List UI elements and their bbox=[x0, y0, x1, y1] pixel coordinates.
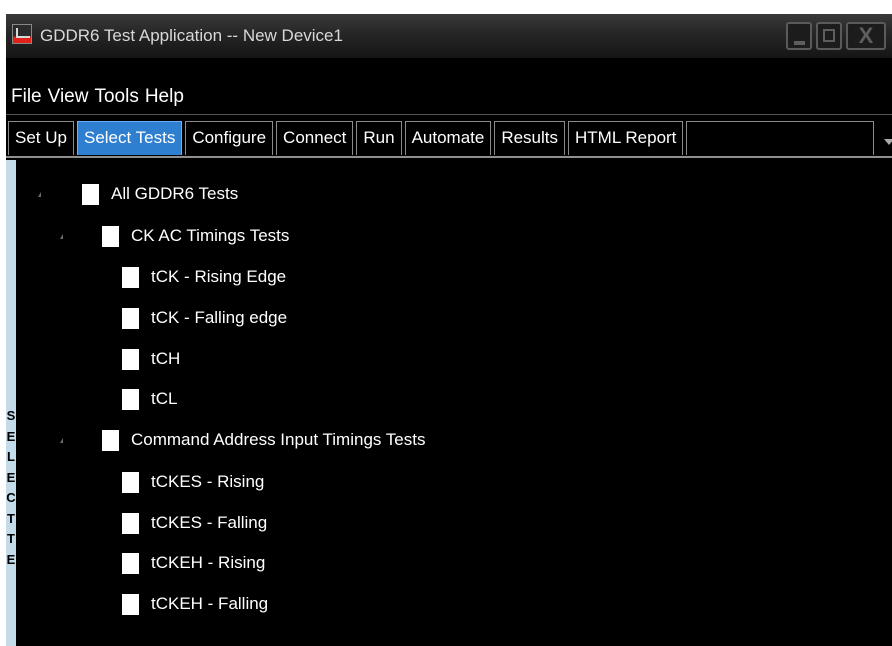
tab-bar: Set Up Select Tests Configure Connect Ru… bbox=[6, 114, 892, 158]
checkbox-tck-falling-edge[interactable] bbox=[122, 307, 139, 329]
app-window: GDDR6 Test Application -- New Device1 X … bbox=[6, 14, 892, 646]
checkbox-tch[interactable] bbox=[122, 348, 139, 370]
test-item-tch[interactable]: tCH bbox=[122, 346, 180, 372]
tab-list: Set Up Select Tests Configure Connect Ru… bbox=[8, 121, 877, 157]
test-tree: All GDDR6 Tests CK AC Timings Tests tCK … bbox=[16, 160, 892, 646]
menu-tools[interactable]: Tools bbox=[94, 86, 138, 108]
expanded-triangle-icon[interactable] bbox=[38, 192, 41, 197]
tab-run[interactable]: Run bbox=[356, 121, 402, 155]
expanded-triangle-icon[interactable] bbox=[60, 438, 63, 443]
tab-results[interactable]: Results bbox=[494, 121, 566, 155]
menu-view[interactable]: View bbox=[48, 86, 89, 108]
tab-empty bbox=[686, 121, 875, 155]
tab-html-report[interactable]: HTML Report bbox=[568, 121, 684, 155]
tree-node-all-gddr6-tests[interactable]: All GDDR6 Tests bbox=[82, 181, 238, 207]
tab-configure[interactable]: Configure bbox=[185, 121, 274, 155]
test-item-tck-rising-edge[interactable]: tCK - Rising Edge bbox=[122, 264, 286, 290]
test-item-tckeh-falling[interactable]: tCKEH - Falling bbox=[122, 591, 268, 617]
test-item-label: tCH bbox=[151, 349, 181, 368]
tree-node-label: Command Address Input Timings Tests bbox=[131, 430, 426, 449]
test-item-tckeh-rising[interactable]: tCKEH - Rising bbox=[122, 550, 265, 576]
test-item-label: tCKEH - Falling bbox=[151, 594, 269, 613]
window-title: GDDR6 Test Application -- New Device1 bbox=[40, 26, 343, 45]
checkbox-tck-rising-edge[interactable] bbox=[122, 266, 139, 288]
minimize-icon bbox=[794, 41, 805, 45]
menu-bar: File View Tools Help bbox=[6, 82, 892, 112]
checkbox-command-address-input-timings[interactable] bbox=[102, 429, 119, 451]
tab-select-tests[interactable]: Select Tests bbox=[76, 121, 183, 155]
checkbox-all-gddr6-tests[interactable] bbox=[82, 183, 99, 205]
menu-file[interactable]: File bbox=[11, 86, 42, 108]
checkbox-tckes-rising[interactable] bbox=[122, 471, 139, 493]
tree-node-command-address-input-timings[interactable]: Command Address Input Timings Tests bbox=[102, 427, 426, 453]
expanded-triangle-icon[interactable] bbox=[60, 234, 63, 239]
app-logo-icon[interactable] bbox=[12, 24, 32, 44]
tree-node-label: All GDDR6 Tests bbox=[111, 184, 239, 203]
tree-node-ck-ac-timings[interactable]: CK AC Timings Tests bbox=[102, 223, 289, 249]
side-panel-label-bar[interactable]: SELECT TE bbox=[6, 160, 16, 646]
test-item-label: tCK - Rising Edge bbox=[151, 267, 287, 286]
minimize-button[interactable] bbox=[786, 22, 812, 50]
test-item-tckes-rising[interactable]: tCKES - Rising bbox=[122, 469, 264, 495]
maximize-button[interactable] bbox=[816, 22, 842, 50]
chevron-down-icon[interactable] bbox=[884, 139, 892, 145]
test-item-label: tCL bbox=[151, 389, 178, 408]
close-button[interactable]: X bbox=[846, 22, 886, 50]
tab-set-up[interactable]: Set Up bbox=[8, 121, 74, 155]
close-icon: X bbox=[858, 23, 874, 48]
checkbox-tckes-falling[interactable] bbox=[122, 512, 139, 534]
test-item-label: tCK - Falling edge bbox=[151, 308, 288, 327]
tree-node-label: CK AC Timings Tests bbox=[131, 226, 290, 245]
checkbox-tckeh-rising[interactable] bbox=[122, 552, 139, 574]
test-item-label: tCKES - Falling bbox=[151, 513, 268, 532]
checkbox-tcl[interactable] bbox=[122, 388, 139, 410]
checkbox-tckeh-falling[interactable] bbox=[122, 593, 139, 615]
test-item-tcl[interactable]: tCL bbox=[122, 386, 177, 412]
menu-help[interactable]: Help bbox=[145, 86, 184, 108]
checkbox-ck-ac-timings[interactable] bbox=[102, 225, 119, 247]
test-item-label: tCKEH - Rising bbox=[151, 553, 266, 572]
test-item-tck-falling-edge[interactable]: tCK - Falling edge bbox=[122, 305, 287, 331]
test-item-tckes-falling[interactable]: tCKES - Falling bbox=[122, 510, 267, 536]
tab-connect[interactable]: Connect bbox=[276, 121, 354, 155]
title-bar[interactable]: GDDR6 Test Application -- New Device1 X bbox=[6, 14, 892, 58]
side-panel-label: SELECT TE bbox=[6, 408, 16, 567]
maximize-icon bbox=[823, 29, 835, 42]
tab-automate[interactable]: Automate bbox=[404, 121, 492, 155]
test-item-label: tCKES - Rising bbox=[151, 472, 265, 491]
